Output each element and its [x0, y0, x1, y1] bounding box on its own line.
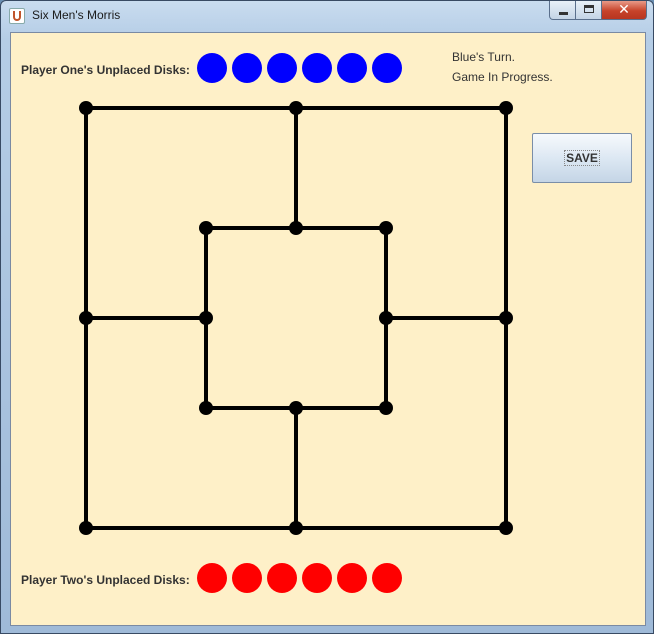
board-position[interactable] — [79, 311, 93, 325]
player-two-unplaced-disks — [197, 563, 402, 593]
window-title: Six Men's Morris — [32, 8, 121, 22]
board-position[interactable] — [79, 101, 93, 115]
board-position[interactable] — [199, 401, 213, 415]
red-disk[interactable] — [197, 563, 227, 593]
board-position[interactable] — [379, 221, 393, 235]
board-position[interactable] — [199, 221, 213, 235]
board-position[interactable] — [79, 521, 93, 535]
game-panel: Player One's Unplaced Disks: Blue's Turn… — [10, 32, 646, 626]
title-bar[interactable]: Six Men's Morris ✕ — [1, 1, 653, 31]
board-position[interactable] — [199, 311, 213, 325]
board-position[interactable] — [289, 521, 303, 535]
app-window: Six Men's Morris ✕ Player One's Unplaced… — [0, 0, 654, 634]
red-disk[interactable] — [232, 563, 262, 593]
board-position[interactable] — [499, 101, 513, 115]
window-controls: ✕ — [549, 1, 647, 21]
red-disk[interactable] — [302, 563, 332, 593]
board-position[interactable] — [499, 521, 513, 535]
board-position[interactable] — [379, 401, 393, 415]
board-position[interactable] — [289, 101, 303, 115]
game-board[interactable] — [11, 33, 647, 627]
close-button[interactable]: ✕ — [602, 1, 647, 20]
board-position[interactable] — [499, 311, 513, 325]
red-disk[interactable] — [337, 563, 367, 593]
red-disk[interactable] — [267, 563, 297, 593]
maximize-icon — [584, 5, 594, 13]
red-disk[interactable] — [372, 563, 402, 593]
board-position[interactable] — [289, 401, 303, 415]
maximize-button[interactable] — [576, 1, 602, 20]
player-two-label: Player Two's Unplaced Disks: — [21, 573, 190, 587]
board-position[interactable] — [289, 221, 303, 235]
java-cup-icon — [9, 8, 25, 24]
minimize-button[interactable] — [549, 1, 576, 20]
minimize-icon — [559, 12, 568, 15]
board-position[interactable] — [379, 311, 393, 325]
close-icon: ✕ — [618, 2, 630, 18]
